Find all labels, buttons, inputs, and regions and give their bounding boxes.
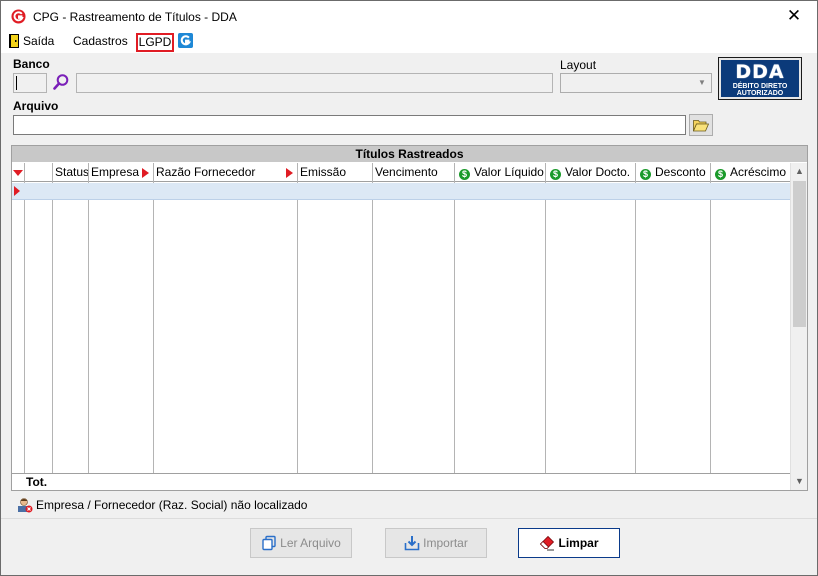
folder-open-icon (693, 119, 709, 131)
banco-name-field[interactable] (76, 73, 553, 93)
totals-row: Tot. (12, 473, 790, 490)
ler-arquivo-button[interactable]: Ler Arquivo (250, 528, 352, 558)
menu-item-cadastros[interactable]: Cadastros (73, 33, 128, 52)
table-row[interactable] (12, 183, 790, 200)
copy-file-icon (262, 535, 276, 551)
banco-label: Banco (13, 57, 50, 71)
app-logo-icon (11, 9, 26, 24)
expand-right-icon (286, 168, 293, 178)
col-header-valor-liquido[interactable]: $ Valor Líquido (455, 163, 546, 182)
open-folder-button[interactable] (689, 114, 713, 136)
dollar-icon: $ (459, 169, 470, 180)
footer-divider (1, 518, 817, 519)
text-caret (16, 76, 17, 90)
dda-logo: DDA DÉBITO DIRETO AUTORIZADO (718, 57, 802, 100)
titles-grid[interactable]: Títulos Rastreados Status Empresa Razão … (11, 145, 808, 491)
grid-column-line (88, 163, 89, 473)
menu-item-lgpd[interactable]: LGPD (136, 33, 174, 52)
status-message-text: Empresa / Fornecedor (Raz. Social) não l… (36, 498, 308, 512)
app-g-icon[interactable] (178, 33, 193, 48)
layout-select[interactable]: ▼ (560, 73, 712, 93)
eraser-icon (540, 535, 555, 551)
grid-header: Status Empresa Razão Fornecedor Emissão … (12, 163, 790, 182)
importar-label: Importar (423, 536, 468, 550)
col-header-desconto[interactable]: $ Desconto (636, 163, 711, 182)
grid-column-line (545, 163, 546, 473)
dda-logo-title: DDA (735, 61, 785, 83)
layout-label: Layout (560, 58, 597, 72)
vertical-scrollbar[interactable]: ▲ ▼ (790, 163, 807, 490)
col-header-empresa-label: Empresa (91, 165, 140, 179)
close-icon: ✕ (786, 6, 802, 25)
col-header-acrescimo[interactable]: $ Acréscimo (711, 163, 790, 182)
col-header-vencimento[interactable]: Vencimento (373, 163, 455, 182)
grid-column-line (454, 163, 455, 473)
grid-caption: Títulos Rastreados (12, 146, 807, 162)
row-pointer-icon (14, 186, 20, 196)
close-button[interactable]: ✕ (771, 1, 817, 31)
grid-column-line (52, 163, 53, 473)
col-header-acrescimo-label: Acréscimo (730, 165, 787, 179)
dollar-icon: $ (550, 169, 561, 180)
sort-down-icon (13, 170, 23, 176)
col-header-status[interactable]: Status (53, 163, 89, 182)
dollar-icon: $ (715, 169, 726, 180)
col-header-valor-docto-label: Valor Docto. (565, 165, 631, 179)
col-header-desconto-label: Desconto (655, 165, 706, 179)
chevron-down-icon: ▼ (698, 78, 706, 87)
ler-arquivo-label: Ler Arquivo (280, 536, 341, 550)
grid-column-line (297, 163, 298, 473)
arquivo-label: Arquivo (13, 99, 59, 113)
import-download-icon (404, 536, 420, 551)
grid-column-line (372, 163, 373, 473)
search-icon[interactable] (52, 73, 70, 91)
scroll-thumb[interactable] (793, 181, 806, 327)
grid-column-line (153, 163, 154, 473)
menu-item-saida-label: Saída (23, 34, 55, 48)
limpar-label: Limpar (558, 536, 599, 550)
menu-bar: Saída Cadastros LGPD (1, 31, 817, 53)
grid-column-line (24, 163, 25, 473)
title-bar: CPG - Rastreamento de Títulos - DDA ✕ (1, 1, 817, 31)
totals-label: Tot. (26, 475, 48, 489)
col-header-empresa[interactable]: Empresa (89, 163, 154, 182)
window-title: CPG - Rastreamento de Títulos - DDA (33, 10, 237, 24)
banco-name-input[interactable] (77, 74, 552, 92)
col-header-razao[interactable]: Razão Fornecedor (154, 163, 298, 182)
main-window: CPG - Rastreamento de Títulos - DDA ✕ Sa… (0, 0, 818, 576)
limpar-button[interactable]: Limpar (518, 528, 620, 558)
menu-item-saida[interactable]: Saída (9, 33, 54, 52)
banco-code-field[interactable] (13, 73, 47, 93)
user-not-found-icon (18, 498, 33, 513)
grid-column-line (710, 163, 711, 473)
col-header-emissao[interactable]: Emissão (298, 163, 373, 182)
banco-code-input[interactable] (14, 74, 46, 92)
scroll-down-icon[interactable]: ▼ (791, 473, 808, 490)
scroll-up-icon[interactable]: ▲ (791, 163, 808, 180)
status-message: Empresa / Fornecedor (Raz. Social) não l… (17, 496, 307, 514)
col-header-valor-docto[interactable]: $ Valor Docto. (546, 163, 636, 182)
arquivo-input[interactable] (14, 116, 685, 134)
col-header-razao-label: Razão Fornecedor (156, 165, 256, 179)
dollar-icon: $ (640, 169, 651, 180)
grid-column-line (635, 163, 636, 473)
dda-logo-line2: AUTORIZADO (736, 90, 784, 97)
importar-button[interactable]: Importar (385, 528, 487, 558)
door-exit-icon (9, 34, 19, 48)
col-header-blank[interactable] (25, 163, 53, 182)
arquivo-field[interactable] (13, 115, 686, 135)
expand-right-icon (142, 168, 149, 178)
col-header-valor-liquido-label: Valor Líquido (474, 165, 544, 179)
